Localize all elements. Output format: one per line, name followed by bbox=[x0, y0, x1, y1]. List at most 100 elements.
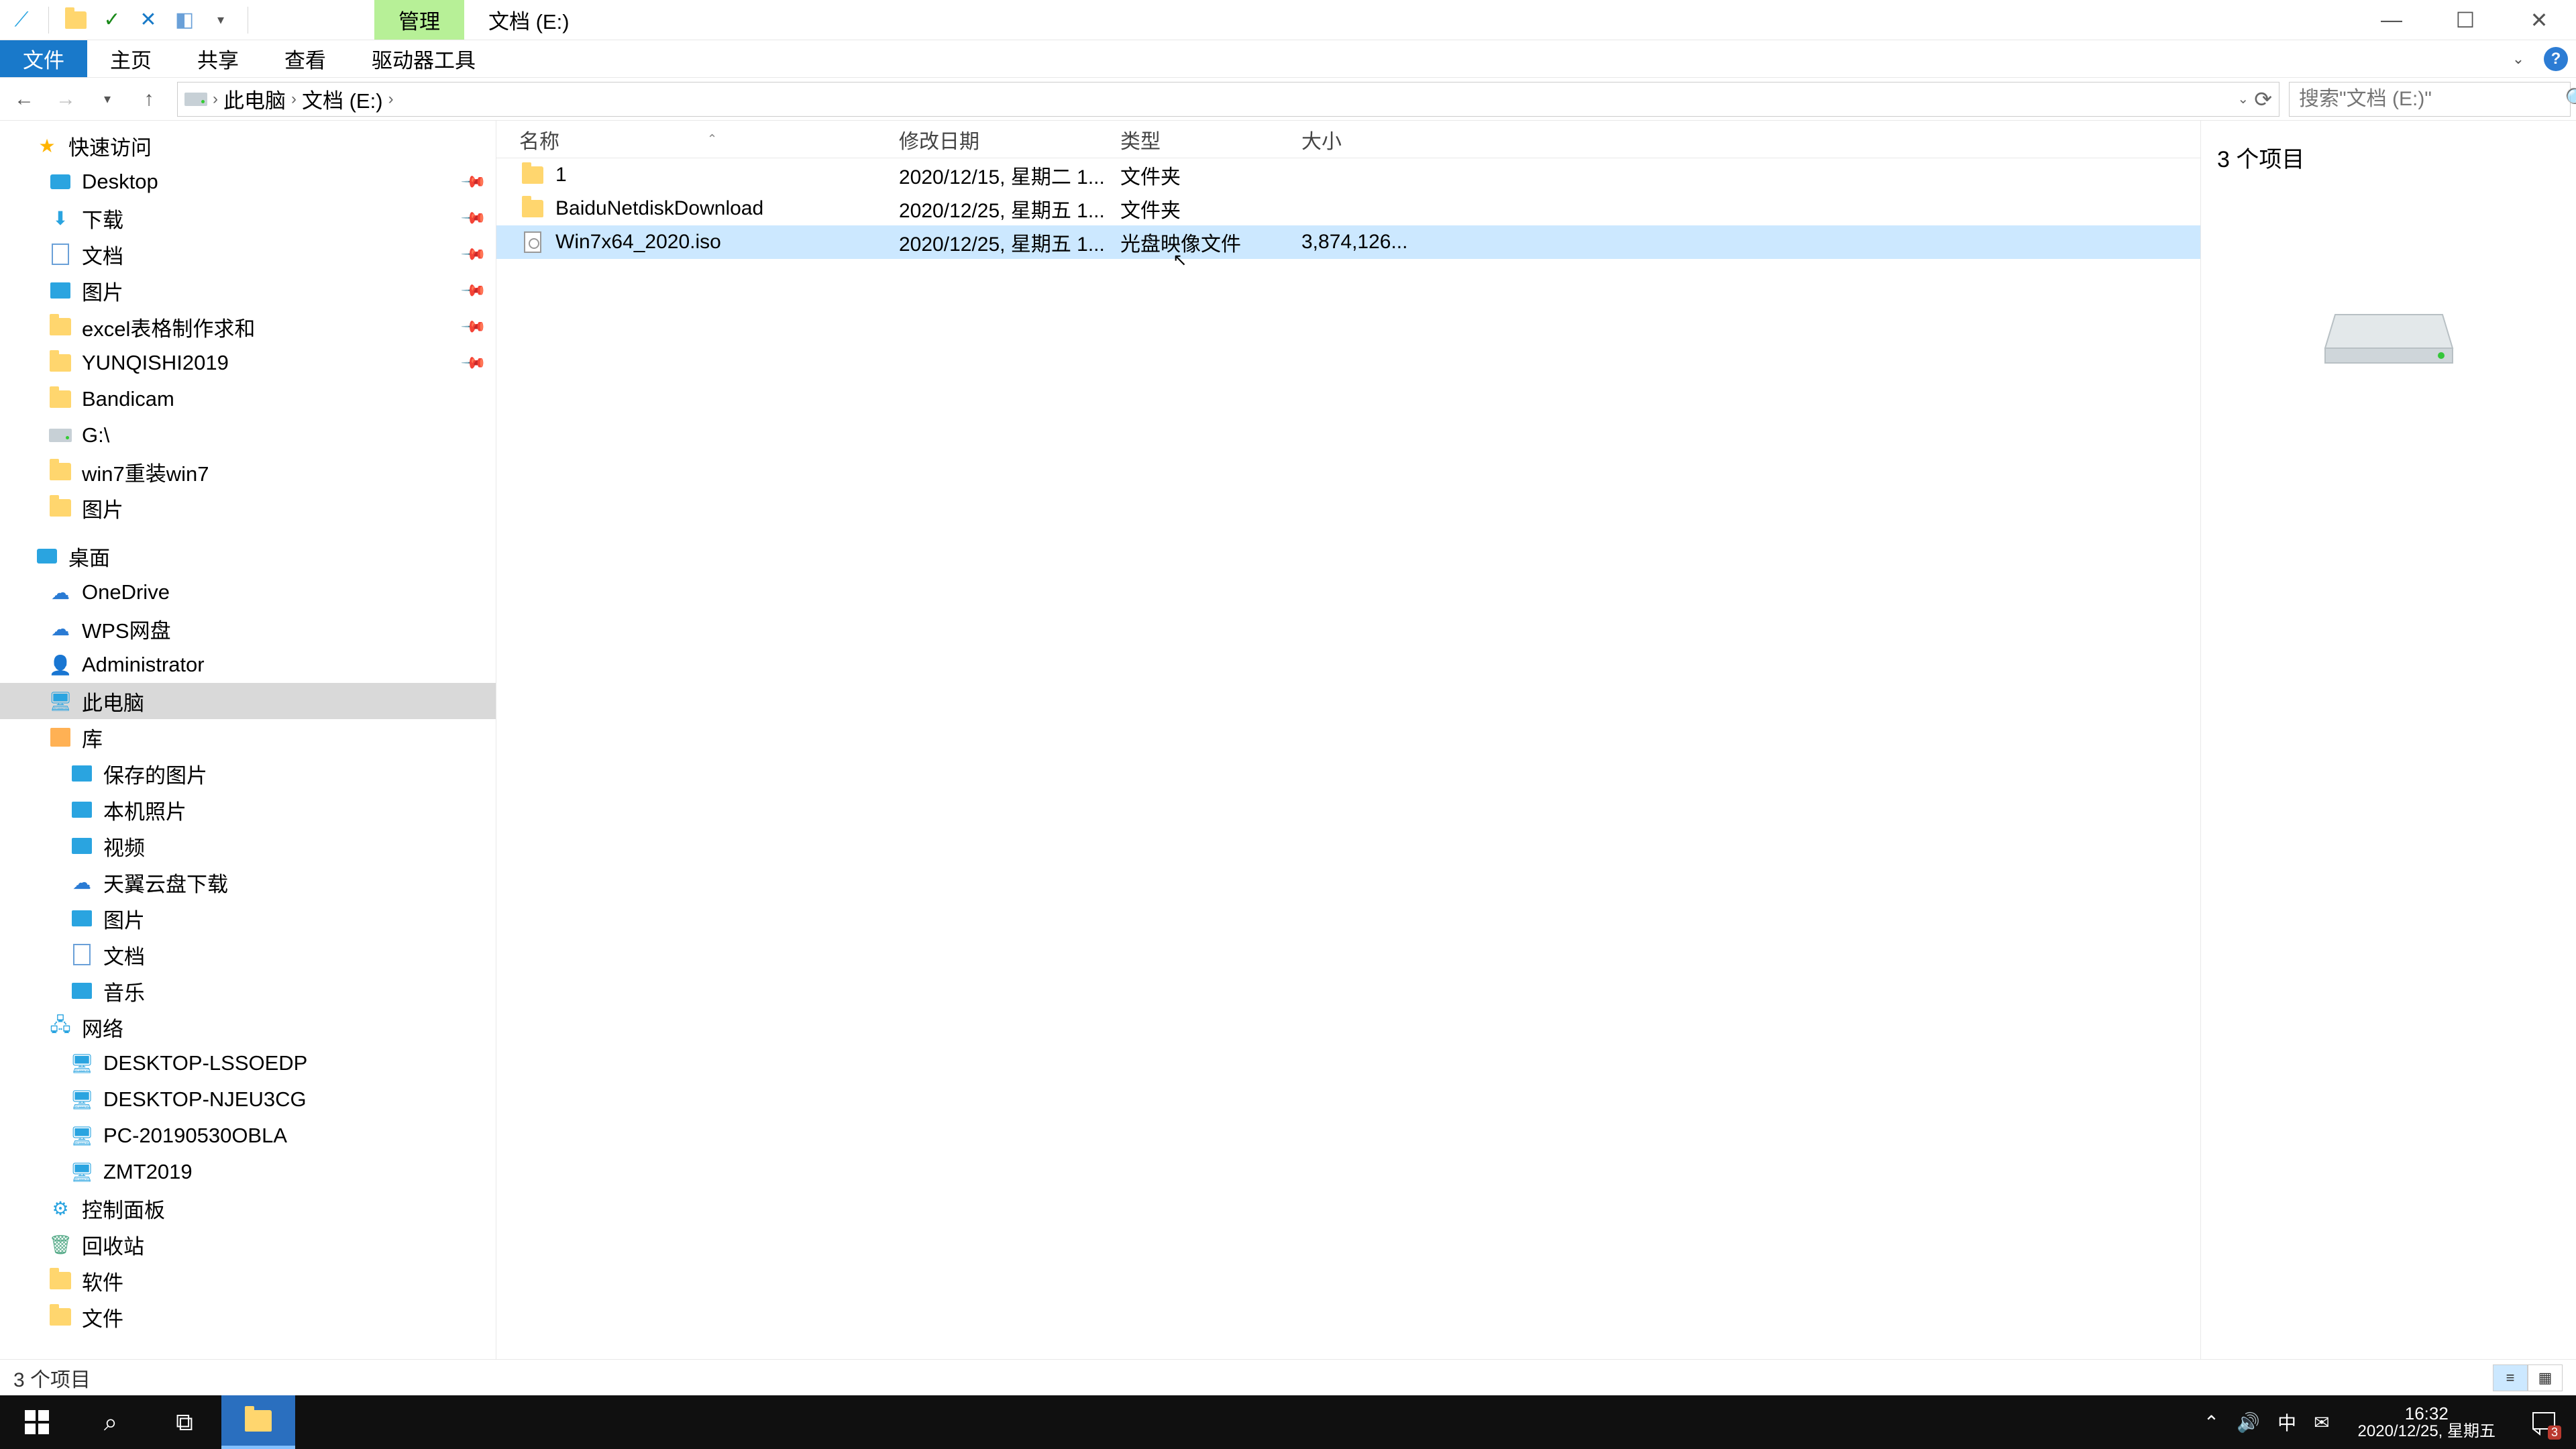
tree-item[interactable]: excel表格制作求和📌 bbox=[0, 309, 496, 345]
up-button[interactable]: ↑ bbox=[130, 80, 168, 118]
chevron-right-icon[interactable]: › bbox=[213, 90, 218, 109]
ribbon-expand-icon[interactable]: ⌄ bbox=[2500, 40, 2537, 78]
pc-icon: 🖥 bbox=[70, 1160, 94, 1184]
help-icon[interactable]: ? bbox=[2544, 47, 2568, 71]
tree-item[interactable]: G:\ bbox=[0, 417, 496, 453]
chevron-down-icon[interactable]: ⌄ bbox=[2237, 91, 2249, 107]
forward-button[interactable]: → bbox=[47, 80, 85, 118]
tree-quick-access[interactable]: ★ 快速访问 bbox=[0, 127, 496, 164]
tree-label: 文件 bbox=[82, 1302, 123, 1332]
explorer-taskbar-icon[interactable] bbox=[221, 1395, 295, 1449]
close-button[interactable]: ✕ bbox=[2502, 0, 2576, 40]
tree-item[interactable]: 库 bbox=[0, 719, 496, 755]
download-icon: ⬇ bbox=[48, 206, 72, 230]
tray-expand-icon[interactable]: ⌃ bbox=[2204, 1411, 2219, 1434]
navigation-tree[interactable]: ★ 快速访问 Desktop📌⬇下载📌文档📌图片📌excel表格制作求和📌YUN… bbox=[0, 121, 496, 1359]
breadcrumb-drive[interactable]: 文档 (E:) bbox=[302, 84, 383, 114]
file-type: 光盘映像文件 bbox=[1120, 227, 1301, 257]
tree-item[interactable]: 🖥DESKTOP-NJEU3CG bbox=[0, 1081, 496, 1118]
tree-item[interactable]: Desktop📌 bbox=[0, 164, 496, 200]
back-button[interactable]: ← bbox=[5, 80, 43, 118]
cloud-icon: ☁ bbox=[48, 580, 72, 604]
notification-center-icon[interactable]: 3 bbox=[2524, 1402, 2564, 1442]
column-size[interactable]: 大小 bbox=[1301, 125, 1415, 154]
tree-item[interactable]: ☁OneDrive bbox=[0, 574, 496, 610]
maximize-button[interactable]: ☐ bbox=[2428, 0, 2502, 40]
chevron-right-icon[interactable]: › bbox=[388, 90, 394, 109]
star-icon: ★ bbox=[35, 133, 59, 158]
ribbon-share-tab[interactable]: 共享 bbox=[174, 40, 262, 77]
tree-label: 音乐 bbox=[103, 976, 145, 1006]
search-icon[interactable]: 🔍 bbox=[2565, 87, 2576, 112]
tree-desktop-root[interactable]: 桌面 bbox=[0, 538, 496, 574]
search-box[interactable]: 🔍 bbox=[2289, 82, 2571, 117]
app-icon[interactable]: ⟋ bbox=[8, 7, 35, 34]
column-type[interactable]: 类型 bbox=[1120, 125, 1301, 154]
qat-cross-icon[interactable]: ✕ bbox=[135, 7, 162, 34]
refresh-icon[interactable]: ⟳ bbox=[2254, 87, 2272, 112]
task-view-icon[interactable]: ⧉ bbox=[148, 1395, 221, 1449]
file-row[interactable]: 12020/12/15, 星期二 1...文件夹 bbox=[496, 158, 2200, 192]
tree-item[interactable]: ⚙控制面板 bbox=[0, 1190, 496, 1226]
tree-item[interactable]: ☁WPS网盘 bbox=[0, 610, 496, 647]
volume-icon[interactable]: 🔊 bbox=[2237, 1411, 2260, 1434]
file-date: 2020/12/25, 星期五 1... bbox=[899, 227, 1120, 257]
tree-item[interactable]: 🖥PC-20190530OBLA bbox=[0, 1118, 496, 1154]
breadcrumb-this-pc[interactable]: 此电脑 bbox=[223, 84, 286, 114]
taskbar: ⌕ ⧉ ⌃ 🔊 中 ✉ 16:32 2020/12/25, 星期五 3 bbox=[0, 1395, 2576, 1449]
start-button[interactable] bbox=[0, 1395, 74, 1449]
tree-item[interactable]: 图片 bbox=[0, 900, 496, 936]
tree-item[interactable]: 图片📌 bbox=[0, 272, 496, 309]
tree-item[interactable]: ⬇下载📌 bbox=[0, 200, 496, 236]
tree-item[interactable]: 文件 bbox=[0, 1299, 496, 1335]
tree-item[interactable]: 软件 bbox=[0, 1263, 496, 1299]
tree-item[interactable]: 🖥此电脑 bbox=[0, 683, 496, 719]
tree-label: Desktop bbox=[82, 170, 158, 194]
ribbon-view-tab[interactable]: 查看 bbox=[262, 40, 349, 77]
column-date[interactable]: 修改日期 bbox=[899, 125, 1120, 154]
mail-icon[interactable]: ✉ bbox=[2314, 1411, 2329, 1434]
tree-item[interactable]: 音乐 bbox=[0, 973, 496, 1009]
tree-label: 桌面 bbox=[68, 541, 110, 572]
icons-view-button[interactable]: ▦ bbox=[2528, 1364, 2563, 1391]
qat-props-icon[interactable]: ◧ bbox=[171, 7, 198, 34]
tree-network[interactable]: 🖧 网络 bbox=[0, 1009, 496, 1045]
search-taskbar-icon[interactable]: ⌕ bbox=[74, 1395, 148, 1449]
tree-item[interactable]: ☁天翼云盘下载 bbox=[0, 864, 496, 900]
manage-tab[interactable]: 管理 bbox=[374, 0, 464, 40]
breadcrumb-bar[interactable]: › 此电脑 › 文档 (E:) › ⌄ ⟳ bbox=[177, 82, 2279, 117]
tree-item[interactable]: 🖥DESKTOP-LSSOEDP bbox=[0, 1045, 496, 1081]
folder-icon[interactable] bbox=[62, 7, 89, 34]
ribbon-drive-tools-tab[interactable]: 驱动器工具 bbox=[349, 40, 498, 77]
qat-dropdown-icon[interactable]: ▾ bbox=[207, 7, 234, 34]
file-row[interactable]: BaiduNetdiskDownload2020/12/25, 星期五 1...… bbox=[496, 192, 2200, 225]
tree-item[interactable]: 文档📌 bbox=[0, 236, 496, 272]
recent-dropdown-icon[interactable]: ▾ bbox=[89, 80, 126, 118]
taskbar-clock[interactable]: 16:32 2020/12/25, 星期五 bbox=[2347, 1404, 2506, 1441]
tree-item[interactable]: 图片 bbox=[0, 490, 496, 526]
tree-item[interactable]: win7重装win7 bbox=[0, 453, 496, 490]
titlebar: ⟋ ✓ ✕ ◧ ▾ 管理 文档 (E:) ― ☐ ✕ bbox=[0, 0, 2576, 40]
tree-item[interactable]: YUNQISHI2019📌 bbox=[0, 345, 496, 381]
tree-item[interactable]: 🖥ZMT2019 bbox=[0, 1154, 496, 1190]
ribbon-file-tab[interactable]: 文件 bbox=[0, 40, 87, 77]
qat-check-icon[interactable]: ✓ bbox=[99, 7, 125, 34]
ribbon-home-tab[interactable]: 主页 bbox=[87, 40, 174, 77]
details-view-button[interactable]: ≡ bbox=[2493, 1364, 2528, 1391]
chevron-right-icon[interactable]: › bbox=[291, 90, 297, 109]
tree-item[interactable]: 🗑回收站 bbox=[0, 1226, 496, 1263]
file-row[interactable]: Win7x64_2020.iso2020/12/25, 星期五 1...光盘映像… bbox=[496, 225, 2200, 259]
column-label: 名称 bbox=[519, 125, 559, 154]
column-name[interactable]: 名称 ⌃ bbox=[510, 125, 899, 154]
tree-item[interactable]: 👤Administrator bbox=[0, 647, 496, 683]
ime-indicator[interactable]: 中 bbox=[2277, 1409, 2296, 1436]
lib-icon bbox=[48, 725, 72, 749]
tree-item[interactable]: 保存的图片 bbox=[0, 755, 496, 792]
network-icon: 🖧 bbox=[48, 1015, 72, 1039]
tree-item[interactable]: 本机照片 bbox=[0, 792, 496, 828]
minimize-button[interactable]: ― bbox=[2355, 0, 2428, 40]
search-input[interactable] bbox=[2299, 88, 2558, 111]
tree-item[interactable]: Bandicam bbox=[0, 381, 496, 417]
tree-item[interactable]: 文档 bbox=[0, 936, 496, 973]
tree-item[interactable]: 视频 bbox=[0, 828, 496, 864]
